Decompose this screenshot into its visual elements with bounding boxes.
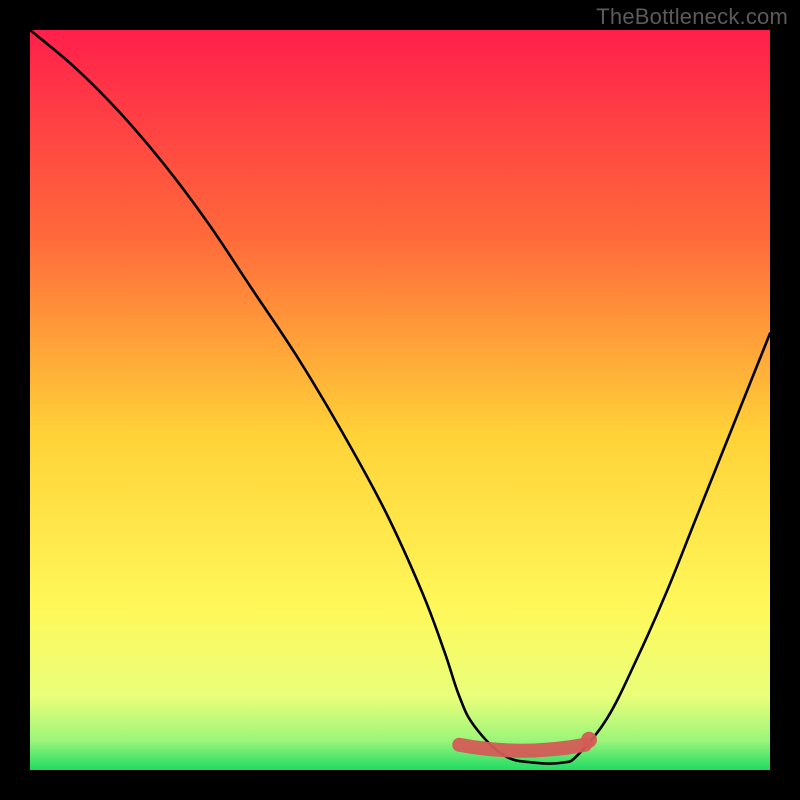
plot-area [30,30,770,770]
chart-background [30,30,770,770]
watermark-text: TheBottleneck.com [596,4,788,30]
chart-svg [30,30,770,770]
chart-frame: TheBottleneck.com [0,0,800,800]
